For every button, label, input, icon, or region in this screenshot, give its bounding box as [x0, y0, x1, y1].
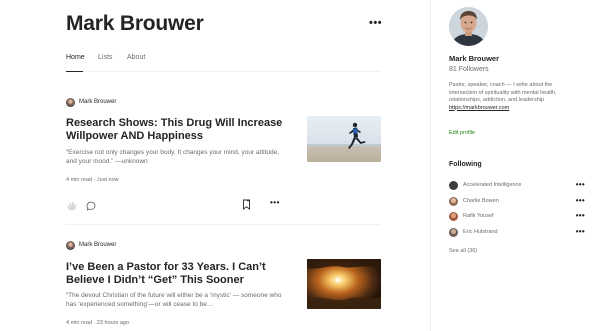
- profile-bio: Pastor, speaker, coach — I write about t…: [449, 82, 581, 112]
- post-author-name: Mark Brouwer: [79, 242, 117, 248]
- following-more-icon[interactable]: •••: [576, 228, 585, 236]
- post-meta: 4 min read · 23 hours ago: [66, 320, 129, 326]
- post-subtitle: “The devout Christian of the future will…: [66, 292, 282, 308]
- page-title: Mark Brouwer: [66, 12, 204, 35]
- post-meta: 4 min read · Just now: [66, 177, 119, 183]
- following-item[interactable]: Rafik Yousef •••: [449, 211, 585, 221]
- following-item[interactable]: Charlie Bowen •••: [449, 196, 585, 206]
- following-name: Charlie Bowen: [463, 198, 499, 204]
- read-time: 4 min read: [66, 177, 92, 183]
- following-name: Rafik Yousef: [463, 213, 494, 219]
- following-item[interactable]: Accelerated Intelligence •••: [449, 180, 585, 190]
- read-time: 4 min read: [66, 320, 92, 326]
- follower-count[interactable]: 81 Followers: [449, 66, 489, 73]
- post-divider: [66, 224, 380, 225]
- post-author[interactable]: Mark Brouwer: [66, 97, 116, 107]
- following-avatar: [449, 227, 458, 237]
- post-card[interactable]: Mark Brouwer I’ve Been a Pastor for 33 Y…: [66, 240, 381, 331]
- cave-light-image: [307, 259, 381, 309]
- post-thumbnail[interactable]: [307, 259, 381, 309]
- post-title[interactable]: I’ve Been a Pastor for 33 Years. I Can’t…: [66, 261, 296, 287]
- following-name: Accelerated Intelligence: [463, 182, 522, 188]
- author-avatar: [66, 240, 75, 250]
- post-thumbnail[interactable]: [307, 116, 381, 162]
- edit-profile-link[interactable]: Edit profile: [449, 130, 475, 136]
- following-item[interactable]: Eric Hulstrand •••: [449, 227, 585, 237]
- profile-website-link[interactable]: https://markbrouwer.com: [449, 105, 509, 111]
- post-author-name: Mark Brouwer: [79, 99, 117, 105]
- post-actions: •••: [66, 197, 286, 211]
- active-tab-indicator: [66, 71, 83, 72]
- tab-bar: Home Lists About: [66, 54, 380, 72]
- post-card[interactable]: Mark Brouwer Research Shows: This Drug W…: [66, 97, 381, 215]
- post-title[interactable]: Research Shows: This Drug Will Increase …: [66, 117, 296, 143]
- more-options-icon[interactable]: •••: [369, 18, 382, 29]
- bio-text: Pastor, speaker, coach — I write about t…: [449, 82, 557, 103]
- clap-icon[interactable]: [66, 198, 77, 216]
- profile-avatar[interactable]: [449, 7, 488, 46]
- following-heading: Following: [449, 161, 482, 168]
- tab-lists[interactable]: Lists: [98, 54, 112, 61]
- profile-name[interactable]: Mark Brouwer: [449, 54, 499, 63]
- post-time: Just now: [96, 177, 119, 183]
- see-all-following-link[interactable]: See all (36): [449, 248, 477, 254]
- profile-photo: [449, 7, 488, 46]
- following-avatar: [449, 180, 458, 190]
- bookmark-icon[interactable]: [242, 197, 251, 215]
- main-column: Mark Brouwer ••• Home Lists About Mark B…: [0, 0, 430, 331]
- post-time: 23 hours ago: [96, 320, 130, 326]
- following-more-icon[interactable]: •••: [576, 181, 585, 189]
- following-name: Eric Hulstrand: [463, 229, 498, 235]
- post-more-icon[interactable]: •••: [270, 199, 280, 207]
- tab-home[interactable]: Home: [66, 54, 85, 61]
- runner-image: [307, 116, 381, 162]
- author-avatar: [66, 97, 75, 107]
- following-more-icon[interactable]: •••: [576, 197, 585, 205]
- following-avatar: [449, 211, 458, 221]
- following-more-icon[interactable]: •••: [576, 212, 585, 220]
- post-subtitle: “Exercise not only changes your body. It…: [66, 149, 280, 165]
- comment-icon[interactable]: [86, 198, 96, 216]
- tab-about[interactable]: About: [127, 54, 145, 61]
- following-avatar: [449, 196, 458, 206]
- post-author[interactable]: Mark Brouwer: [66, 240, 116, 250]
